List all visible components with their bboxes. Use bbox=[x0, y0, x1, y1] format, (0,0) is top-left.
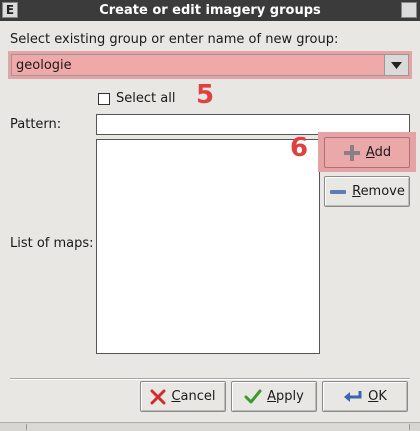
annotation-marker-5: 5 bbox=[196, 80, 215, 110]
group-combo-highlight: geologie bbox=[8, 51, 412, 79]
window-title: Create or edit imagery groups bbox=[99, 3, 321, 18]
window-titlebar: E Create or edit imagery groups bbox=[0, 0, 420, 21]
maps-listbox[interactable] bbox=[96, 139, 320, 354]
select-all-checkbox[interactable] bbox=[98, 93, 110, 105]
window-close-icon[interactable] bbox=[401, 2, 417, 18]
cancel-x-icon bbox=[150, 389, 166, 404]
cancel-button[interactable]: Cancel bbox=[140, 381, 226, 412]
ok-button-label: OK bbox=[368, 389, 387, 404]
ok-button[interactable]: OK bbox=[322, 381, 408, 412]
add-button[interactable]: Add bbox=[324, 137, 410, 168]
resize-grip[interactable] bbox=[26, 424, 410, 430]
group-combobox-value[interactable]: geologie bbox=[16, 58, 72, 73]
dialog-separator bbox=[10, 378, 410, 380]
cancel-button-label: Cancel bbox=[171, 389, 216, 404]
remove-button[interactable]: Remove bbox=[324, 176, 410, 207]
maps-list-label: List of maps: bbox=[10, 236, 94, 251]
apply-button[interactable]: Apply bbox=[231, 381, 317, 412]
group-combobox[interactable]: geologie bbox=[11, 54, 409, 76]
return-arrow-icon bbox=[344, 390, 362, 402]
pattern-label: Pattern: bbox=[10, 117, 62, 132]
plus-icon bbox=[343, 144, 360, 161]
combo-dropdown-button[interactable] bbox=[384, 55, 408, 75]
minus-icon bbox=[330, 189, 347, 194]
annotation-marker-6: 6 bbox=[290, 133, 309, 163]
remove-button-label: Remove bbox=[352, 184, 405, 199]
add-button-label: Add bbox=[365, 145, 392, 160]
apply-button-label: Apply bbox=[267, 389, 304, 404]
chevron-down-icon bbox=[391, 62, 402, 69]
group-prompt-label: Select existing group or enter name of n… bbox=[10, 32, 339, 47]
select-all-label[interactable]: Select all bbox=[116, 91, 175, 106]
checkmark-icon bbox=[244, 389, 262, 403]
